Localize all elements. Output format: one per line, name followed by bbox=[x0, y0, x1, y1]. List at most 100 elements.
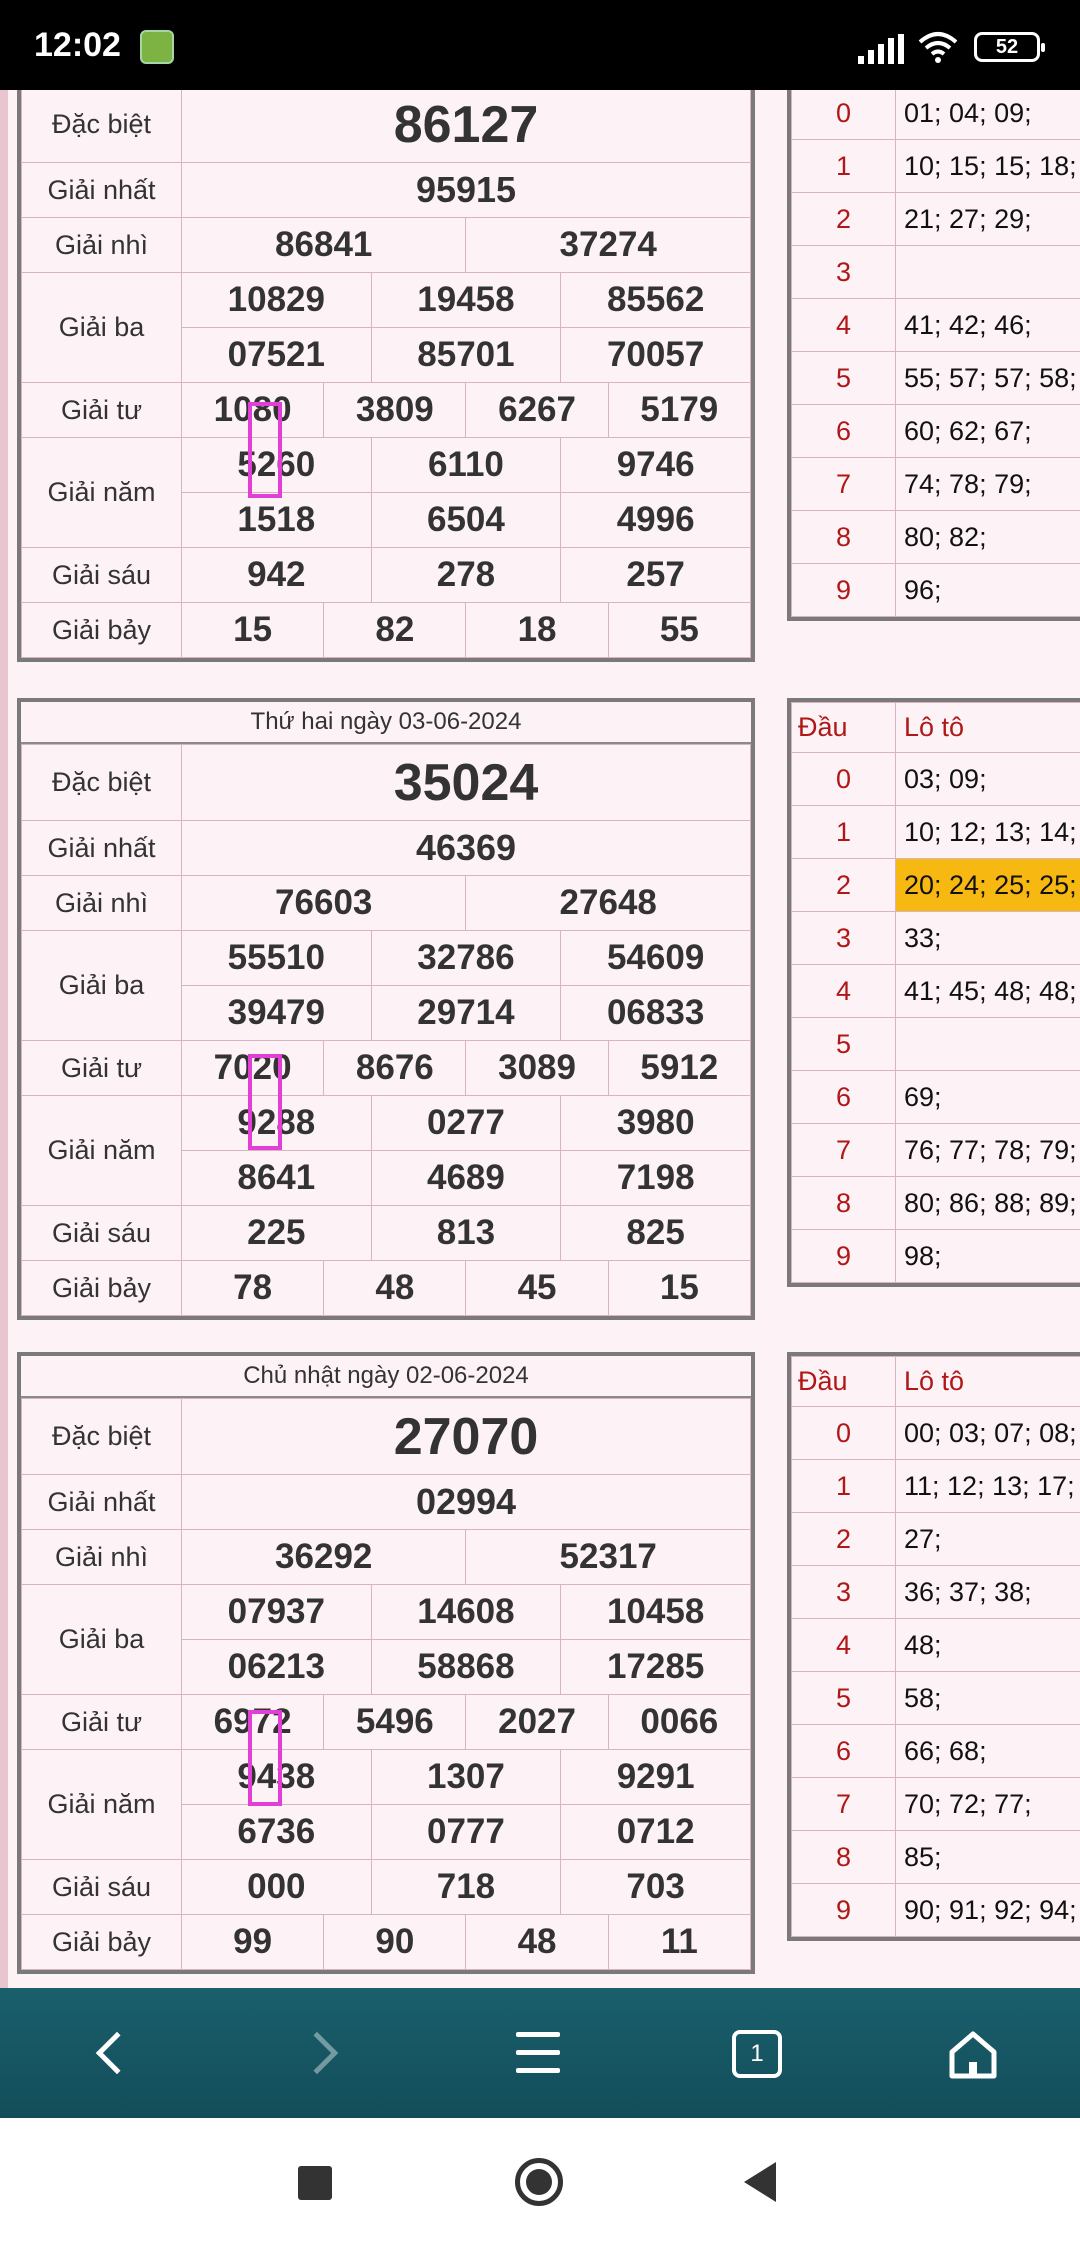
loto-numbers: 27; bbox=[895, 1512, 1080, 1566]
prize-dac-biet: 27070 bbox=[181, 1398, 751, 1475]
prize-giai-nam: 6736 bbox=[181, 1804, 372, 1860]
loto-numbers: 41; 45; 48; 48; bbox=[895, 964, 1080, 1018]
prize-giai-sau: 718 bbox=[370, 1859, 562, 1915]
loto-numbers: 48; bbox=[895, 1618, 1080, 1672]
loto-row: 0 01; 04; 09; bbox=[791, 90, 1080, 140]
loto-head-digit: 9 bbox=[791, 1883, 896, 1937]
prize-giai-nhi: 76603 bbox=[180, 875, 467, 931]
loto-head-digit: 4 bbox=[791, 1618, 896, 1672]
prize-giai-ba: 85701 bbox=[370, 327, 562, 383]
prize-giai-ba: 17285 bbox=[560, 1639, 751, 1695]
prize-giai-bay: 90 bbox=[323, 1914, 467, 1970]
tabs-button[interactable]: 1 bbox=[732, 2030, 782, 2078]
home-button[interactable] bbox=[515, 2158, 563, 2206]
draw-date: Chủ nhật ngày 02-06-2024 bbox=[21, 1356, 751, 1398]
status-time: 12:02 bbox=[34, 26, 121, 64]
draw-date: Thứ hai ngày 03-06-2024 bbox=[21, 702, 751, 744]
loto-numbers: 33; bbox=[895, 911, 1080, 965]
menu-button[interactable] bbox=[480, 1988, 600, 2118]
prize-giai-nam: 0277 bbox=[370, 1095, 562, 1151]
back-button[interactable] bbox=[50, 1988, 170, 2118]
loto-head-digit: 5 bbox=[791, 1017, 896, 1071]
prize-giai-ba: 07521 bbox=[181, 327, 372, 383]
prize-giai-nam: 1307 bbox=[370, 1749, 562, 1805]
label-giai-sau: Giải sáu bbox=[21, 1205, 182, 1261]
label-giai-tu: Giải tư bbox=[21, 1040, 182, 1096]
loto-numbers: 11; 12; 13; 17; bbox=[895, 1459, 1080, 1513]
loto-head-digit: 9 bbox=[791, 1229, 896, 1283]
loto-row: 7 74; 78; 79; bbox=[791, 457, 1080, 511]
loto-row: 9 96; bbox=[791, 563, 1080, 617]
loto-head-digit: 3 bbox=[791, 245, 896, 299]
prize-dac-biet: 35024 bbox=[181, 744, 751, 821]
loto-head-digit: 6 bbox=[791, 404, 896, 458]
loto-row: 1 10; 15; 15; 18; bbox=[791, 139, 1080, 193]
loto-head-digit: 4 bbox=[791, 964, 896, 1018]
prize-giai-ba: 39479 bbox=[181, 985, 372, 1041]
label-giai-bay: Giải bảy bbox=[21, 1260, 182, 1316]
loto-head-digit: 9 bbox=[791, 563, 896, 617]
loto-head-digit: 7 bbox=[791, 1123, 896, 1177]
page-content[interactable]: Đặc biệt 86127 Giải nhất 95915 Giải nhì 868… bbox=[0, 90, 1080, 1988]
prize-giai-ba: 70057 bbox=[560, 327, 751, 383]
loto-row: 4 41; 45; 48; 48; bbox=[791, 964, 1080, 1018]
loto-numbers: 10; 12; 13; 14; bbox=[895, 805, 1080, 859]
label-giai-bay: Giải bảy bbox=[21, 602, 182, 658]
loto-table-3: Đầu Lô tô 0 00; 03; 07; 08; 1 11; 12; 13; 17;… bbox=[787, 1352, 1080, 1941]
label-dac-biet: Đặc biệt bbox=[21, 744, 182, 821]
loto-numbers: 41; 42; 46; bbox=[895, 298, 1080, 352]
prize-giai-sau: 813 bbox=[370, 1205, 562, 1261]
prize-giai-nam: 8641 bbox=[181, 1150, 372, 1206]
prize-giai-nam: 1518 bbox=[181, 492, 372, 548]
loto-numbers: 66; 68; bbox=[895, 1724, 1080, 1778]
loto-head-digit: 0 bbox=[791, 1406, 896, 1460]
loto-numbers: 36; 37; 38; bbox=[895, 1565, 1080, 1619]
loto-head-digit: 6 bbox=[791, 1070, 896, 1124]
label-giai-nam: Giải năm bbox=[21, 1095, 182, 1206]
loto-row: 8 85; bbox=[791, 1830, 1080, 1884]
prize-giai-nhat: 95915 bbox=[181, 162, 751, 218]
highlight-mark bbox=[248, 1054, 282, 1150]
loto-numbers: 10; 15; 15; 18; bbox=[895, 139, 1080, 193]
label-giai-ba: Giải ba bbox=[21, 930, 182, 1041]
loto-head-digit: 7 bbox=[791, 457, 896, 511]
home-icon[interactable] bbox=[946, 2028, 1000, 2082]
loto-head-digit: 1 bbox=[791, 139, 896, 193]
prize-giai-ba: 85562 bbox=[560, 272, 751, 328]
prize-giai-ba: 10829 bbox=[181, 272, 372, 328]
loto-row: 2 21; 27; 29; bbox=[791, 192, 1080, 246]
loto-row: 5 bbox=[791, 1017, 1080, 1071]
status-bar: 12:02 52 bbox=[0, 0, 1080, 90]
loto-head-digit: 5 bbox=[791, 351, 896, 405]
loto-numbers: 76; 77; 78; 79; bbox=[895, 1123, 1080, 1177]
prize-giai-ba: 19458 bbox=[370, 272, 562, 328]
prize-giai-bay: 15 bbox=[180, 602, 325, 658]
android-notification-icon bbox=[140, 30, 174, 64]
recents-button[interactable] bbox=[298, 2166, 332, 2200]
loto-numbers: 85; bbox=[895, 1830, 1080, 1884]
prize-giai-ba: 10458 bbox=[560, 1584, 751, 1640]
label-giai-nhat: Giải nhất bbox=[21, 162, 182, 218]
loto-head-digit: 1 bbox=[791, 1459, 896, 1513]
loto-numbers bbox=[895, 245, 1080, 299]
loto-numbers: 80; 86; 88; 89; bbox=[895, 1176, 1080, 1230]
prize-giai-nhi: 37274 bbox=[465, 217, 751, 273]
prize-giai-bay: 15 bbox=[607, 1260, 752, 1316]
prize-giai-bay: 45 bbox=[465, 1260, 609, 1316]
prize-giai-tu: 5179 bbox=[607, 382, 752, 438]
loto-row: 6 60; 62; 67; bbox=[791, 404, 1080, 458]
loto-header-dau: Đầu bbox=[791, 1356, 896, 1407]
loto-numbers: 70; 72; 77; bbox=[895, 1777, 1080, 1831]
loto-head-digit: 8 bbox=[791, 1176, 896, 1230]
loto-row: 8 80; 86; 88; 89; bbox=[791, 1176, 1080, 1230]
prize-giai-nhi: 36292 bbox=[180, 1529, 467, 1585]
prize-giai-ba: 58868 bbox=[370, 1639, 562, 1695]
loto-row: 6 66; 68; bbox=[791, 1724, 1080, 1778]
loto-row: 0 00; 03; 07; 08; bbox=[791, 1406, 1080, 1460]
loto-numbers: 58; bbox=[895, 1671, 1080, 1725]
forward-button[interactable] bbox=[264, 1988, 384, 2118]
loto-row: 5 58; bbox=[791, 1671, 1080, 1725]
loto-table-2: Đầu Lô tô 0 03; 09; 1 10; 12; 13; 14; 2 20; 24;… bbox=[787, 698, 1080, 1287]
prize-giai-tu: 3089 bbox=[465, 1040, 609, 1096]
back-nav-button[interactable] bbox=[744, 2162, 776, 2202]
